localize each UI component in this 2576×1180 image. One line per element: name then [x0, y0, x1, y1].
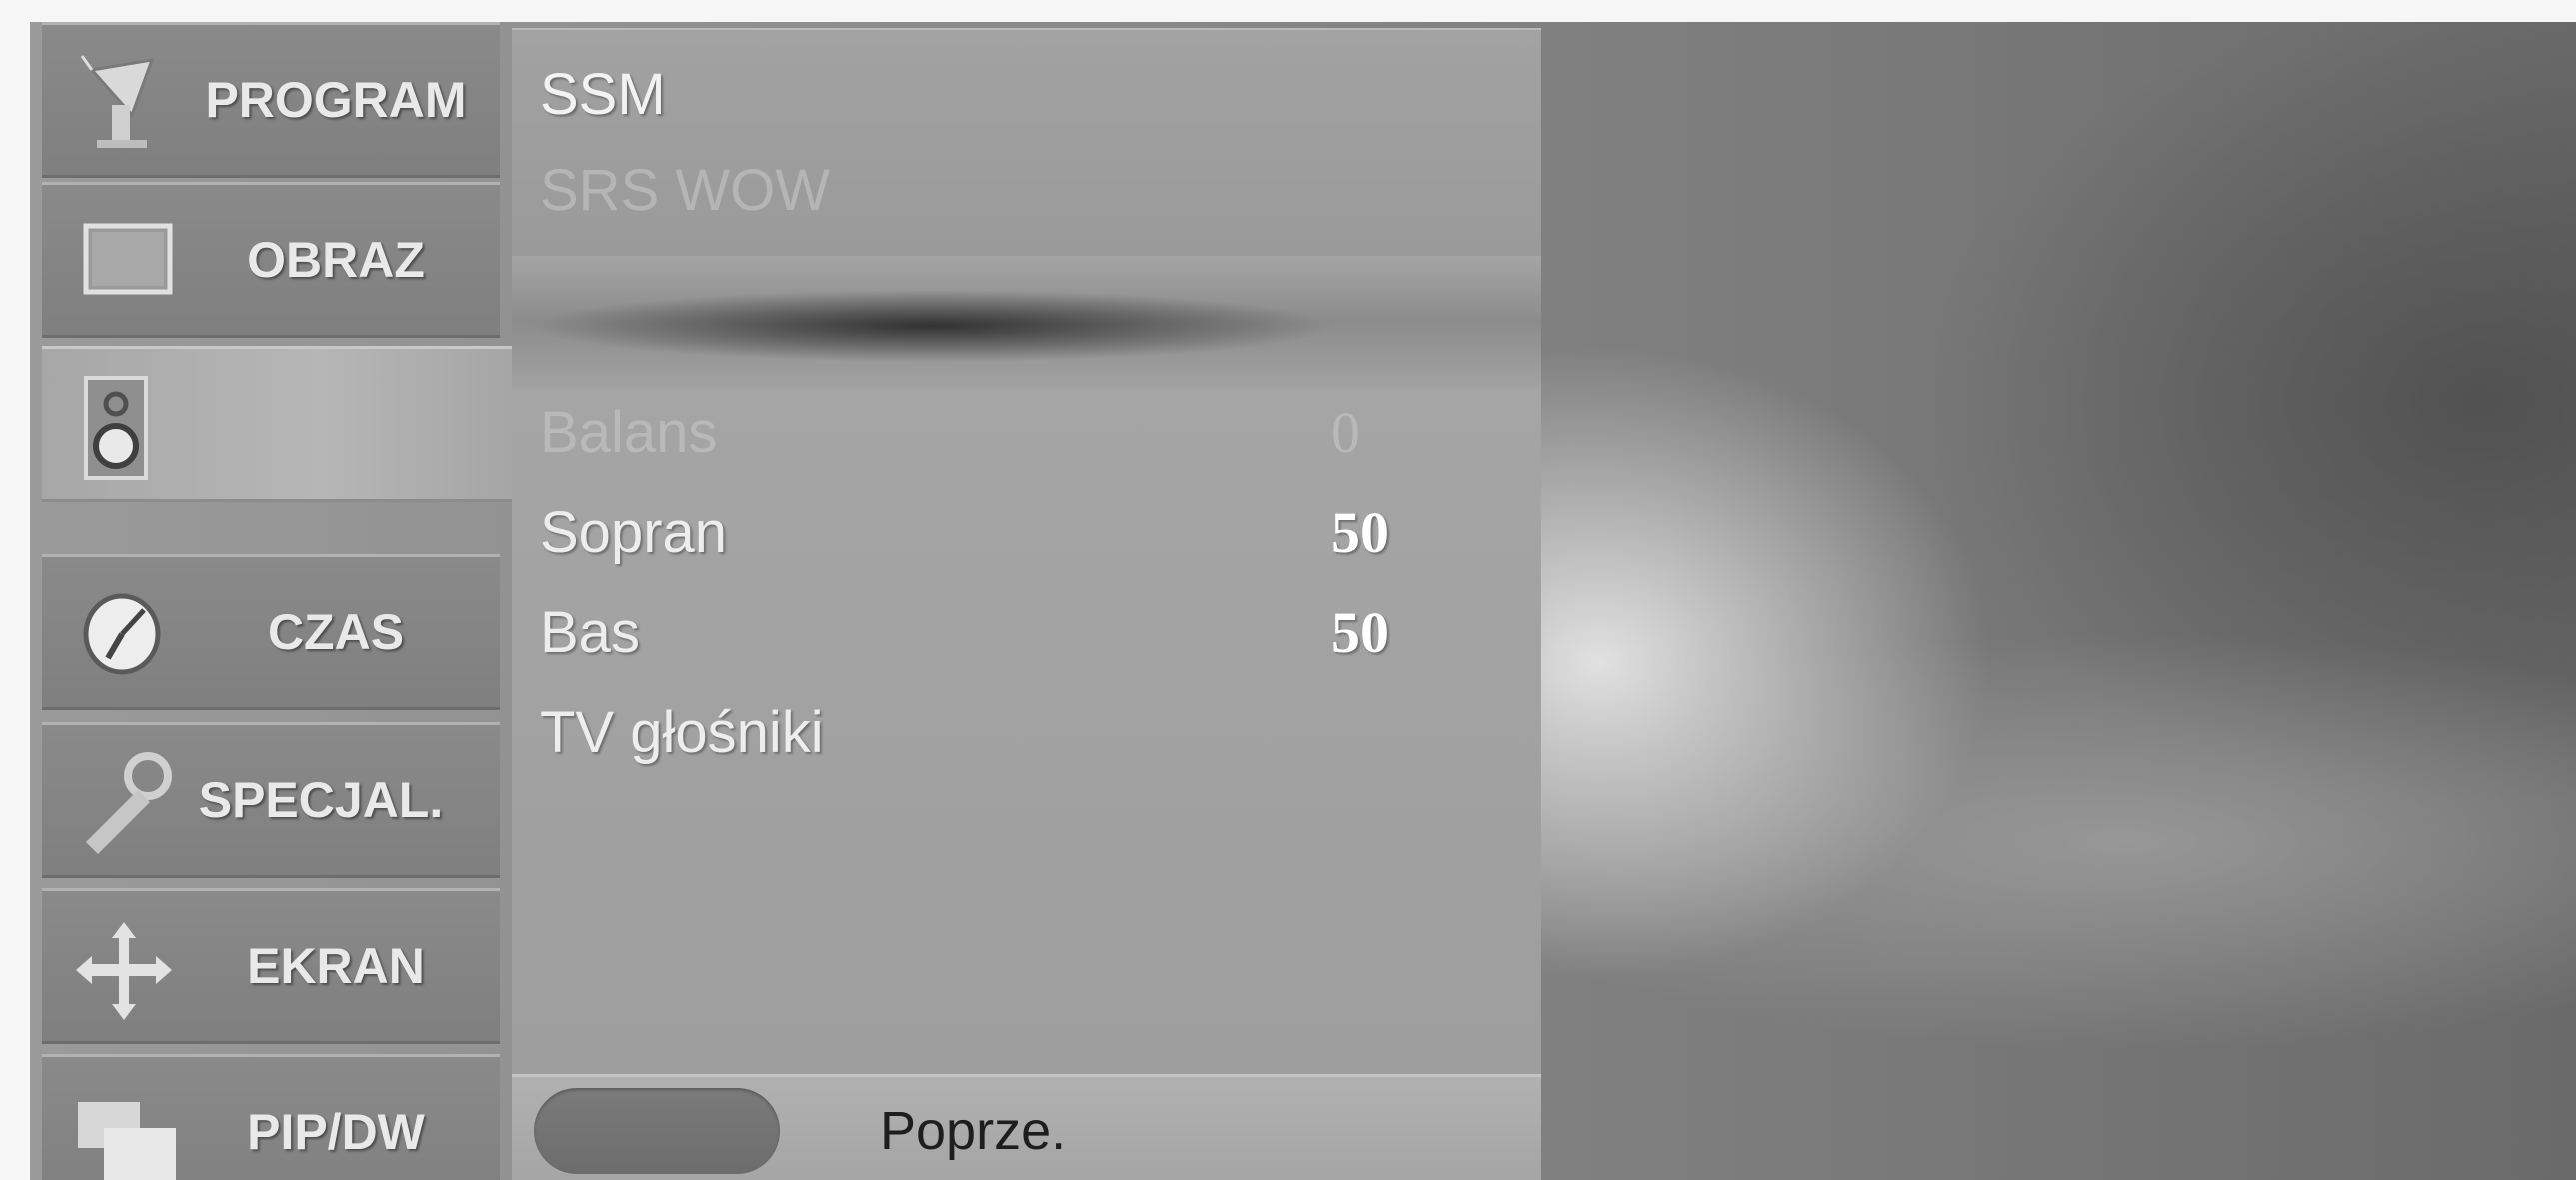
srs-wow-menu-item[interactable]: SRS WOW: [540, 146, 830, 236]
sidebar-item-label: PROGRAM: [205, 72, 467, 128]
setting-label: TV głośniki: [540, 700, 824, 765]
sidebar-item-label: [182, 346, 532, 502]
setting-value: 0: [1331, 400, 1360, 465]
tv-osd-screen: PROGRAM OBRAZ CZAS SPECJAL. EKRAN PIP/DW…: [30, 22, 2576, 1180]
sidebar-item-specjal[interactable]: SPECJAL.: [42, 722, 500, 878]
sidebar-item-label: PIP/DW: [247, 1104, 425, 1160]
sidebar-item-label: EKRAN: [247, 938, 425, 994]
osd-footer: Poprze.: [512, 1074, 1541, 1180]
picture-icon: [72, 210, 182, 310]
move-arrows-icon: [72, 916, 182, 1020]
sidebar-item-label: SPECJAL.: [198, 772, 444, 828]
pip-windows-icon: [72, 1082, 182, 1180]
sound-top-menu: SSM SRS WOW: [512, 28, 1541, 256]
setting-value: 50: [1331, 500, 1389, 565]
sound-menu-panel: SSM SRS WOW Balans 0 Sopran 50 Bas 50 TV…: [512, 22, 1541, 1180]
setting-row-tv-speakers[interactable]: TV głośniki: [540, 688, 1519, 778]
setting-row-balans[interactable]: Balans 0: [540, 388, 1519, 478]
sidebar-item-program[interactable]: PROGRAM: [42, 22, 500, 178]
speaker-icon: [72, 374, 182, 480]
setting-label: Balans: [540, 400, 718, 465]
ssm-menu-item[interactable]: SSM: [540, 50, 666, 140]
divider-band: [512, 256, 1541, 388]
sound-settings-list: Balans 0 Sopran 50 Bas 50 TV głośniki: [512, 388, 1541, 1076]
sidebar-item-czas[interactable]: CZAS: [42, 554, 500, 710]
video-background: [1541, 22, 2576, 1180]
sidebar-item-label: CZAS: [267, 604, 405, 660]
sidebar-item-pip[interactable]: PIP/DW: [42, 1054, 500, 1180]
setting-row-bas[interactable]: Bas 50: [540, 588, 1519, 678]
satellite-dish-icon: [72, 50, 182, 150]
previous-button[interactable]: [534, 1088, 780, 1174]
sidebar-item-obraz[interactable]: OBRAZ: [42, 182, 500, 338]
sidebar-item-ekran[interactable]: EKRAN: [42, 888, 500, 1044]
clock-icon: [72, 582, 182, 682]
sidebar-menu: PROGRAM OBRAZ CZAS SPECJAL. EKRAN PIP/DW: [42, 22, 542, 1180]
sidebar-item-sound[interactable]: [42, 346, 542, 502]
previous-label: Poprze.: [880, 1101, 1067, 1161]
setting-label: Sopran: [540, 500, 728, 565]
setting-row-sopran[interactable]: Sopran 50: [540, 488, 1519, 578]
setting-label: Bas: [540, 600, 640, 665]
setting-value: 50: [1331, 600, 1389, 665]
sidebar-item-label: OBRAZ: [247, 232, 425, 288]
